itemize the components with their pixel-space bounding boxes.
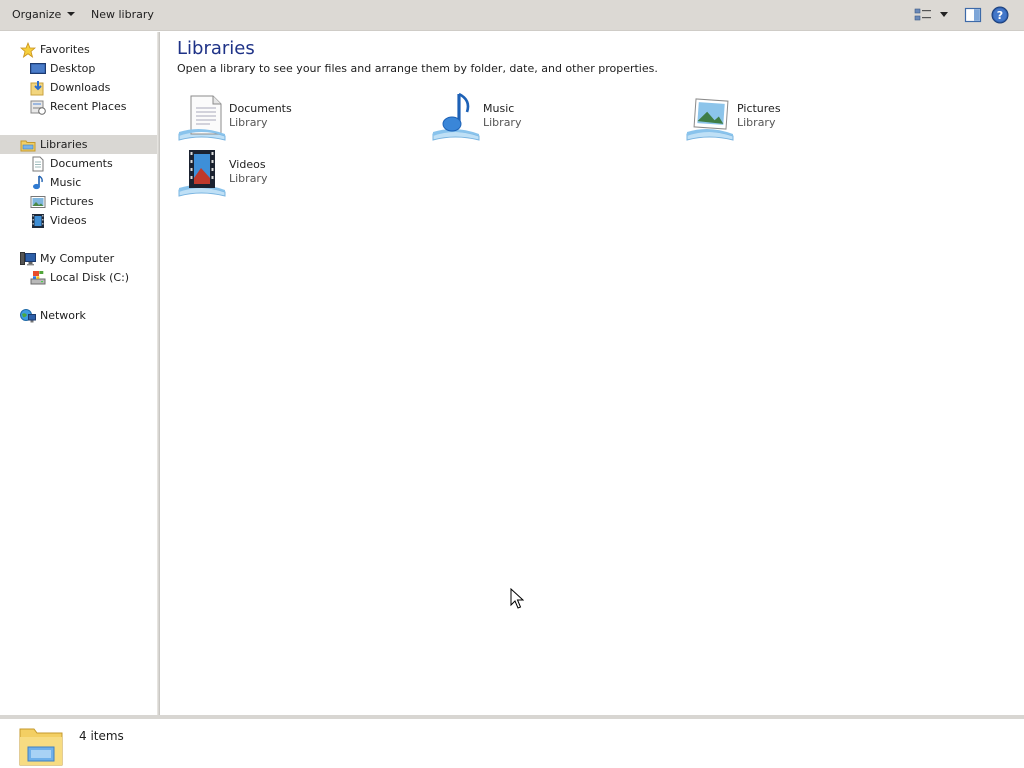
nav-documents-label: Documents [50,157,113,170]
star-icon [20,42,36,58]
item-count: 4 items [79,729,124,743]
nav-recent-places[interactable]: Recent Places [0,97,157,116]
library-type: Library [229,116,268,129]
pane-splitter[interactable] [157,32,160,715]
nav-documents[interactable]: Documents [0,154,157,173]
svg-text:?: ? [997,9,1003,22]
explorer-window: Organize New library ? Favorites Desktop… [0,0,1024,768]
library-music[interactable]: Music Library [431,92,671,144]
nav-desktop[interactable]: Desktop [0,59,157,78]
nav-downloads-label: Downloads [50,81,111,94]
videos-library-icon [178,150,226,197]
preview-pane-icon[interactable] [964,7,982,23]
library-type: Library [737,116,776,129]
nav-favorites[interactable]: Favorites [0,40,157,59]
details-pane: 4 items [0,715,1024,768]
chevron-down-icon [67,12,76,16]
music-library-icon [432,92,480,141]
documents-library-icon [178,95,226,141]
library-name: Pictures [737,102,781,115]
page-title: Libraries [177,38,255,59]
nav-local-disk-label: Local Disk (C:) [50,271,130,284]
navigation-pane: Favorites Desktop Downloads Recent Place… [0,32,157,715]
library-name: Documents [229,102,292,115]
computer-icon [20,252,36,266]
nav-downloads[interactable]: Downloads [0,78,157,97]
music-icon [33,175,43,190]
library-videos[interactable]: Videos Library [177,148,417,200]
command-bar: Organize New library ? [0,0,1024,31]
network-icon [20,309,36,323]
local-disk-icon [30,271,46,285]
libraries-icon [20,140,36,152]
recent-places-icon [30,100,46,115]
nav-pictures-label: Pictures [50,195,94,208]
library-name: Music [483,102,515,115]
libraries-folder-icon [19,728,63,766]
change-view-icon[interactable] [914,7,932,23]
videos-icon [32,214,44,228]
nav-network-label: Network [40,309,86,322]
library-type: Library [483,116,522,129]
documents-icon [32,156,44,172]
pictures-icon [30,196,46,208]
view-options-dropdown-icon[interactable] [940,12,948,17]
downloads-icon [30,81,44,96]
content-pane: Libraries Open a library to see your fil… [161,32,1024,715]
nav-music-label: Music [50,176,82,189]
help-icon[interactable]: ? [991,6,1009,24]
library-type: Library [229,172,268,185]
nav-music[interactable]: Music [0,173,157,192]
nav-network[interactable]: Network [0,306,157,325]
desktop-icon [30,63,46,74]
nav-favorites-label: Favorites [40,43,90,56]
library-documents[interactable]: Documents Library [177,92,417,144]
nav-pictures[interactable]: Pictures [0,192,157,211]
nav-my-computer[interactable]: My Computer [0,249,157,268]
nav-videos[interactable]: Videos [0,211,157,230]
nav-desktop-label: Desktop [50,62,96,75]
page-subtitle: Open a library to see your files and arr… [177,62,658,75]
organize-button[interactable]: Organize [12,0,76,31]
new-library-button[interactable]: New library [91,0,154,31]
organize-label: Organize [12,8,62,21]
nav-videos-label: Videos [50,214,87,227]
nav-libraries-label: Libraries [40,138,88,151]
pictures-library-icon [686,98,734,141]
library-name: Videos [229,158,266,171]
nav-libraries[interactable]: Libraries [0,135,157,154]
nav-local-disk[interactable]: Local Disk (C:) [0,268,157,287]
nav-recent-places-label: Recent Places [50,100,127,113]
library-pictures[interactable]: Pictures Library [685,92,925,144]
nav-my-computer-label: My Computer [40,252,115,265]
